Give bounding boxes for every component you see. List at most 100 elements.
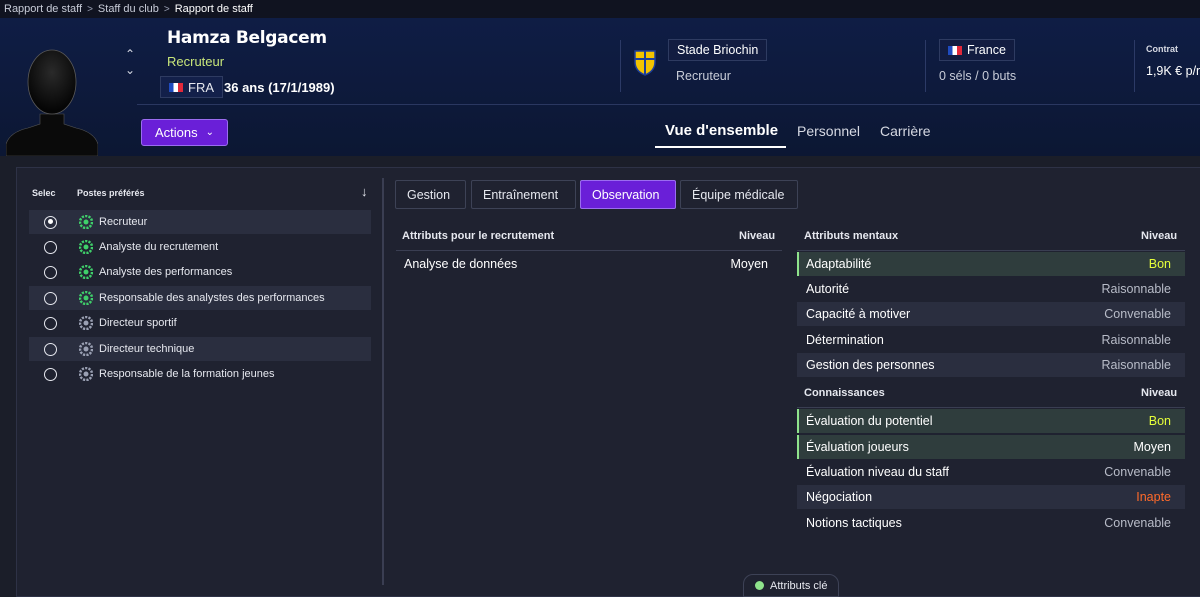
tab-overview[interactable]: Vue d'ensemble: [665, 122, 778, 139]
selec-column-header: Selec: [32, 188, 56, 198]
role-rating-green-icon: [79, 265, 93, 279]
divider: [925, 40, 926, 92]
role-radio[interactable]: [44, 215, 57, 229]
club-role: Recruteur: [676, 69, 731, 83]
role-rating-grey-icon: [79, 367, 93, 381]
attribute-name: Gestion des personnes: [806, 358, 935, 372]
divider: [620, 40, 621, 92]
staff-name: Hamza Belgacem: [167, 28, 327, 48]
key-attribute-dot-icon: [755, 581, 764, 590]
role-label: Analyste des performances: [99, 266, 233, 278]
contract-value: 1,9K € p/m: [1146, 64, 1200, 78]
list-item[interactable]: Directeur sportif: [29, 311, 371, 335]
preferred-roles-header[interactable]: Postes préférés: [77, 188, 145, 198]
key-attributes-legend[interactable]: Attributs clé: [743, 574, 840, 597]
role-radio[interactable]: [44, 240, 57, 254]
tab-medical-team[interactable]: Équipe médicale: [680, 180, 798, 209]
club-name: Stade Briochin: [677, 43, 759, 57]
list-item[interactable]: Analyste des performances: [29, 260, 371, 284]
attribute-level: Raisonnable: [1101, 358, 1172, 372]
table-row: Négociation Inapte: [797, 485, 1185, 509]
contract-label: Contrat: [1146, 44, 1178, 54]
list-item[interactable]: Analyste du recrutement: [29, 235, 371, 259]
panel-splitter[interactable]: [382, 178, 384, 585]
tab-personal[interactable]: Personnel: [797, 123, 860, 139]
table-row: Notions tactiques Convenable: [797, 511, 1185, 535]
attribute-name: Évaluation niveau du staff: [806, 465, 949, 479]
next-staff-button[interactable]: ⌄: [122, 62, 138, 78]
level-column-header: Niveau: [1141, 230, 1178, 242]
chevron-down-icon: ⌄: [205, 127, 215, 138]
table-row: Évaluation joueurs Moyen: [797, 435, 1185, 459]
staff-role: Recruteur: [167, 54, 225, 69]
tab-management[interactable]: Gestion: [395, 180, 466, 209]
role-rating-grey-icon: [79, 342, 93, 356]
attribute-name: Évaluation joueurs: [806, 440, 909, 454]
list-item[interactable]: Directeur technique: [29, 337, 371, 361]
actions-label: Actions: [154, 125, 198, 140]
role-rating-green-icon: [79, 240, 93, 254]
table-row: Capacité à motiver Convenable: [797, 302, 1185, 326]
list-item[interactable]: Recruteur: [29, 210, 371, 234]
list-item[interactable]: Responsable des analystes des performanc…: [29, 286, 371, 310]
mental-attributes-header: Attributs mentaux: [804, 230, 899, 242]
attribute-level: Convenable: [1104, 516, 1171, 530]
active-tab-indicator: [655, 146, 786, 148]
role-label: Directeur technique: [99, 343, 195, 355]
breadcrumb-item-current: Rapport de staff: [174, 3, 253, 15]
table-row: Évaluation niveau du staff Convenable: [797, 460, 1185, 484]
table-row: Détermination Raisonnable: [797, 328, 1185, 352]
attribute-level: Bon: [1148, 257, 1171, 271]
avatar-silhouette-icon: [6, 49, 98, 156]
nationality-code: FRA: [188, 79, 214, 95]
table-row: Adaptabilité Bon: [797, 252, 1185, 276]
role-radio[interactable]: [44, 291, 57, 305]
france-flag-icon: [948, 45, 962, 55]
attribute-name: Autorité: [806, 282, 850, 296]
level-column-header: Niveau: [1141, 387, 1178, 399]
table-row: Gestion des personnes Raisonnable: [797, 353, 1185, 377]
list-item[interactable]: Responsable de la formation jeunes: [29, 362, 371, 386]
chevron-right-icon: >: [163, 3, 170, 15]
table-row: Analyse de données Moyen: [395, 252, 782, 276]
header-divider: [137, 104, 1200, 105]
breadcrumb-item-club-staff[interactable]: Staff du club: [98, 3, 159, 15]
divider: [1134, 40, 1135, 92]
breadcrumb-item-staff-report[interactable]: Rapport de staff: [4, 3, 82, 15]
club-crest-icon[interactable]: [633, 48, 657, 76]
attribute-level: Raisonnable: [1101, 333, 1172, 347]
table-row: Évaluation du potentiel Bon: [797, 409, 1185, 433]
header-divider: [797, 407, 1185, 408]
role-radio[interactable]: [44, 265, 57, 279]
tab-career[interactable]: Carrière: [880, 123, 931, 139]
role-radio[interactable]: [44, 367, 57, 381]
attribute-level: Moyen: [1133, 440, 1171, 454]
club-name-link[interactable]: Stade Briochin: [668, 39, 768, 61]
international-country: France: [967, 43, 1006, 57]
role-label: Responsable de la formation jeunes: [99, 368, 275, 380]
header-divider: [797, 250, 1185, 251]
attribute-level: Convenable: [1104, 465, 1171, 479]
attribute-name: Détermination: [806, 333, 884, 347]
knowledge-header: Connaissances: [804, 387, 885, 399]
role-label: Directeur sportif: [99, 317, 177, 329]
role-radio[interactable]: [44, 316, 57, 330]
attribute-name: Négociation: [806, 490, 873, 504]
attribute-name: Adaptabilité: [806, 257, 872, 271]
actions-button[interactable]: Actions ⌄: [141, 119, 228, 146]
nationality-badge[interactable]: FRA: [160, 76, 223, 98]
international-country-link[interactable]: France: [939, 39, 1015, 61]
france-flag-icon: [169, 82, 183, 92]
chevron-right-icon: >: [87, 3, 93, 15]
previous-staff-button[interactable]: ⌃: [122, 46, 138, 62]
international-caps: 0 séls / 0 buts: [939, 69, 1017, 83]
attribute-name: Notions tactiques: [806, 516, 902, 530]
tab-observation[interactable]: Observation: [580, 180, 676, 209]
attribute-name: Analyse de données: [404, 257, 518, 271]
role-rating-grey-icon: [79, 316, 93, 330]
sort-arrow-down-icon[interactable]: ↓: [361, 184, 368, 199]
role-radio[interactable]: [44, 342, 57, 356]
age-birthdate: 36 ans (17/1/1989): [224, 80, 335, 95]
tab-training[interactable]: Entraînement: [471, 180, 576, 209]
attribute-level: Inapte: [1136, 490, 1171, 504]
